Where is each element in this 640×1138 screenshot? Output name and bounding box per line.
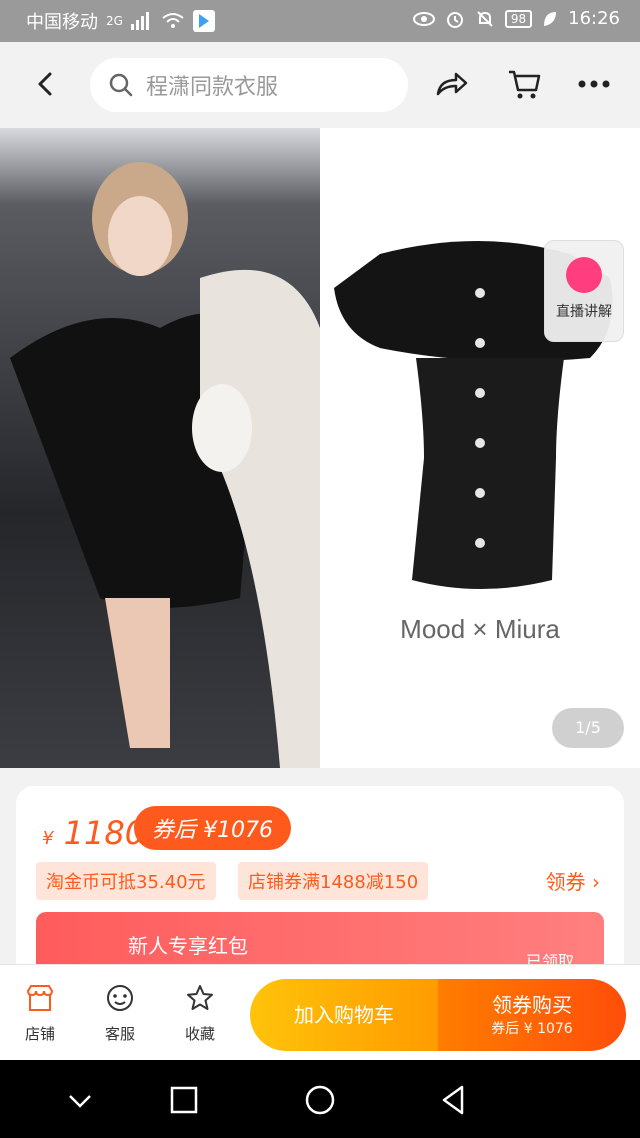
- carrier-text: 中国移动: [26, 12, 98, 33]
- live-label: 直播讲解: [556, 304, 612, 320]
- service-tab[interactable]: 客服: [90, 983, 150, 1044]
- wifi-icon: [162, 13, 184, 28]
- bottom-action-bar: 店铺 客服 收藏 加入购物车 领券购买 券后 ¥ 1076: [0, 964, 640, 1060]
- after-coupon-label: 券后: [152, 818, 197, 843]
- signal-icon: [130, 12, 149, 30]
- home-icon[interactable]: [300, 1080, 340, 1120]
- get-coupon-link[interactable]: 领券 ›: [546, 866, 600, 895]
- dress-illustration: [334, 241, 613, 589]
- cart-icon[interactable]: [506, 66, 542, 102]
- store-label: 店铺: [24, 1025, 55, 1043]
- add-to-cart-button[interactable]: 加入购物车: [250, 979, 438, 1051]
- new-user-redpacket[interactable]: 新人专享红包 已领取: [36, 912, 604, 972]
- price: ¥ 1180: [42, 814, 145, 852]
- favorite-tab[interactable]: 收藏: [170, 983, 230, 1044]
- favorite-label: 收藏: [184, 1025, 215, 1043]
- status-left: 中国移动 2G: [26, 8, 215, 34]
- after-coupon-badge: 券后 ¥1076: [134, 806, 292, 850]
- back-triangle-icon[interactable]: [434, 1080, 474, 1120]
- recent-apps-icon[interactable]: [164, 1080, 204, 1120]
- chevron-right-icon: ›: [592, 870, 600, 894]
- chevron-down-icon[interactable]: [60, 1080, 100, 1120]
- after-coupon-price: ¥1076: [203, 818, 274, 843]
- price-value: 1180: [63, 814, 146, 852]
- alarm-icon: [446, 11, 463, 28]
- search-icon: [109, 73, 133, 97]
- status-right: 98 16:26: [412, 8, 620, 29]
- coin-discount-tag: 淘金币可抵35.40元: [36, 862, 216, 900]
- mute-bell-icon: [477, 10, 493, 27]
- share-icon[interactable]: [434, 66, 470, 102]
- network-text: 2G: [106, 14, 123, 28]
- get-coupon-label: 领券: [545, 870, 586, 894]
- page-indicator: 1/5: [552, 708, 624, 748]
- battery-indicator: 98: [504, 9, 533, 28]
- redpacket-title: 新人专享红包: [128, 934, 248, 958]
- model-photo: [0, 128, 320, 768]
- buy-now-label: 领券购买: [492, 993, 572, 1017]
- brand-text: Mood × Miura: [400, 614, 560, 644]
- buy-now-sub: 券后 ¥ 1076: [491, 1021, 573, 1037]
- service-label: 客服: [104, 1025, 135, 1043]
- search-input[interactable]: 程潇同款衣服: [90, 58, 408, 112]
- app-badge-icon: [192, 10, 215, 32]
- leaf-icon: [544, 11, 557, 26]
- product-gallery[interactable]: Mood × Miura 直播讲解 1/5: [0, 128, 640, 768]
- back-arrow-icon[interactable]: [30, 68, 62, 100]
- buy-now-button[interactable]: 领券购买 券后 ¥ 1076: [438, 979, 626, 1051]
- currency-symbol: ¥: [42, 828, 54, 849]
- more-icon[interactable]: [576, 66, 612, 102]
- clock-text: 16:26: [568, 8, 620, 29]
- live-chart-icon: [566, 257, 602, 293]
- model-illustration: [0, 128, 320, 768]
- top-bar: 程潇同款衣服: [0, 42, 640, 128]
- search-placeholder: 程潇同款衣服: [146, 75, 279, 100]
- star-icon: [187, 985, 213, 1010]
- customer-service-icon: [107, 985, 133, 1011]
- system-nav-bar: [0, 1060, 640, 1138]
- store-coupon-tag: 店铺券满1488减150: [238, 862, 429, 900]
- status-bar: 中国移动 2G 98 16:26: [0, 0, 640, 42]
- store-tab[interactable]: 店铺: [10, 983, 70, 1044]
- live-explain-button[interactable]: 直播讲解: [544, 240, 624, 342]
- eye-icon: [412, 11, 435, 26]
- store-icon: [26, 985, 54, 1011]
- product-photo: Mood × Miura: [320, 128, 640, 768]
